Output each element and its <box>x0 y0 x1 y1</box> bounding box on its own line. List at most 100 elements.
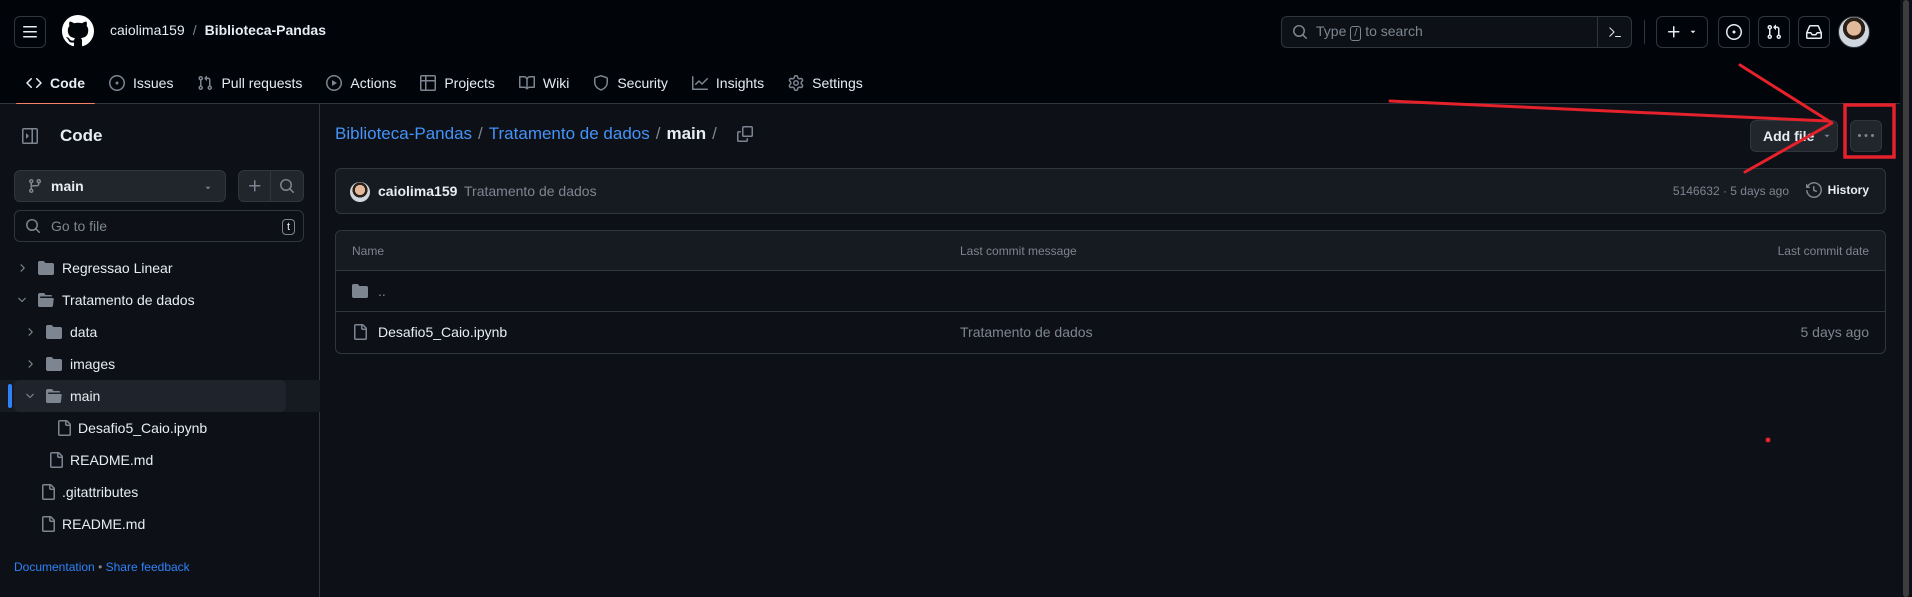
code-icon <box>26 77 42 89</box>
book-icon <box>518 75 535 90</box>
tree-item-file[interactable]: .gitattributes <box>0 476 320 508</box>
file-icon <box>50 452 63 468</box>
tab-settings[interactable]: Settings <box>778 62 873 104</box>
file-name-link[interactable]: Desafio5_Caio.ipynb <box>378 324 507 340</box>
commit-message-link[interactable]: Tratamento de dados <box>464 183 597 199</box>
branch-name: main <box>51 178 84 194</box>
git-branch-icon <box>28 179 41 194</box>
tab-actions[interactable]: Actions <box>316 62 406 104</box>
add-file-button[interactable]: Add file <box>1750 120 1838 152</box>
search-icon <box>280 179 294 193</box>
sidebar-actions <box>238 170 304 202</box>
file-commit-message-link[interactable]: Tratamento de dados <box>960 324 1093 340</box>
go-to-file-input[interactable]: Go to file t <box>14 210 304 242</box>
tab-issues[interactable]: Issues <box>99 62 183 104</box>
more-options-button[interactable] <box>1850 120 1882 152</box>
tab-insights-label: Insights <box>715 75 765 91</box>
folder-open-icon <box>46 389 62 403</box>
owner-link[interactable]: caiolima159 <box>110 22 185 38</box>
plus-icon <box>1668 26 1680 38</box>
search-input[interactable]: Type / to search <box>1281 16 1632 48</box>
branch-selector[interactable]: main <box>14 170 226 202</box>
sidebar-title: Code <box>60 126 103 145</box>
tree-item-label: Desafio5_Caio.ipynb <box>78 420 208 436</box>
inbox-icon <box>1806 25 1822 39</box>
search-shortcut-key: / <box>1350 26 1362 41</box>
issues-button[interactable] <box>1718 16 1750 48</box>
create-new-button[interactable] <box>1656 16 1708 48</box>
history-button[interactable]: History <box>1805 182 1869 198</box>
breadcrumb-repo-link[interactable]: Biblioteca-Pandas <box>335 124 472 144</box>
tree-item-folder-selected[interactable]: main <box>0 380 320 412</box>
plus-icon <box>248 180 260 192</box>
gear-icon <box>788 75 804 91</box>
tab-code[interactable]: Code <box>16 62 95 105</box>
search-code-button[interactable] <box>271 171 303 201</box>
parent-directory-link[interactable]: .. <box>378 283 386 299</box>
shield-icon <box>594 75 609 91</box>
tree-item-folder[interactable]: Regressao Linear <box>0 252 320 284</box>
tab-projects[interactable]: Projects <box>410 62 505 104</box>
copy-path-button[interactable] <box>736 126 753 142</box>
inbox-button[interactable] <box>1798 16 1830 48</box>
tree-item-file[interactable]: README.md <box>0 508 320 540</box>
table-row[interactable]: Desafio5_Caio.ipynb Tratamento de dados … <box>336 312 1885 353</box>
tree-item-label: data <box>70 324 98 340</box>
tree-item-file[interactable]: Desafio5_Caio.ipynb <box>0 412 320 444</box>
tab-pull-requests[interactable]: Pull requests <box>187 62 312 104</box>
tab-wiki[interactable]: Wiki <box>509 62 579 104</box>
tree-item-folder[interactable]: Tratamento de dados <box>0 284 320 316</box>
sidebar-header: Code <box>14 120 103 152</box>
tab-insights[interactable]: Insights <box>682 62 774 104</box>
tab-settings-label: Settings <box>812 75 863 91</box>
breadcrumb-folder-link[interactable]: Tratamento de dados <box>489 124 650 144</box>
pull-requests-button[interactable] <box>1758 16 1790 48</box>
tree-item-label: .gitattributes <box>62 484 139 500</box>
commit-meta[interactable]: 5146632 · 5 days ago <box>1673 184 1789 198</box>
tree-item-file[interactable]: README.md <box>0 444 320 476</box>
github-logo-icon[interactable] <box>62 15 94 47</box>
tree-item-folder[interactable]: images <box>0 348 320 380</box>
share-feedback-link[interactable]: Share feedback <box>106 560 190 574</box>
issue-icon <box>109 75 125 91</box>
tab-wiki-label: Wiki <box>542 75 570 91</box>
menu-button[interactable] <box>14 16 46 48</box>
repo-header: caiolima159 / Biblioteca-Pandas Type / t… <box>0 0 1912 105</box>
chevron-down-icon <box>18 297 26 303</box>
search-icon <box>26 219 40 233</box>
user-avatar[interactable] <box>1838 16 1870 48</box>
issue-icon <box>1726 24 1742 40</box>
chevron-right-icon <box>28 360 33 368</box>
command-palette-button[interactable] <box>1597 17 1631 47</box>
scrollbar-thumb[interactable] <box>1903 0 1909 597</box>
breadcrumb-separator: / <box>655 124 661 143</box>
sidebar-collapse-icon <box>22 128 38 144</box>
breadcrumb-separator: / <box>712 124 717 143</box>
search-placeholder: Type / to search <box>1316 23 1423 41</box>
table-row-parent[interactable]: .. <box>336 271 1885 312</box>
chevron-right-icon <box>20 264 25 272</box>
search-placeholder-pre: Type <box>1316 23 1347 39</box>
breadcrumb-separator: / <box>478 124 483 143</box>
tree-item-label: README.md <box>70 452 154 468</box>
commit-author-link[interactable]: caiolima159 <box>378 183 457 199</box>
file-icon <box>58 420 71 436</box>
page-scrollbar[interactable] <box>1900 0 1912 597</box>
commit-author-avatar[interactable] <box>350 182 370 202</box>
sidebar-footer: Documentation • Share feedback <box>14 560 190 574</box>
documentation-link[interactable]: Documentation <box>14 560 95 574</box>
tree-item-folder[interactable]: data <box>0 316 320 348</box>
hamburger-icon <box>23 26 37 38</box>
global-nav: caiolima159 / Biblioteca-Pandas Type / t… <box>0 0 1912 62</box>
play-icon <box>326 75 343 91</box>
tab-security[interactable]: Security <box>583 62 678 104</box>
graph-icon <box>691 76 708 90</box>
repo-link[interactable]: Biblioteca-Pandas <box>205 22 326 38</box>
collapse-sidebar-button[interactable] <box>14 120 46 152</box>
caret-down-icon <box>1825 134 1830 138</box>
tab-pull-requests-label: Pull requests <box>221 75 303 91</box>
file-icon <box>42 484 55 500</box>
caret-down-icon <box>1690 30 1696 34</box>
add-file-sidebar-button[interactable] <box>239 171 272 201</box>
history-label: History <box>1827 183 1869 197</box>
